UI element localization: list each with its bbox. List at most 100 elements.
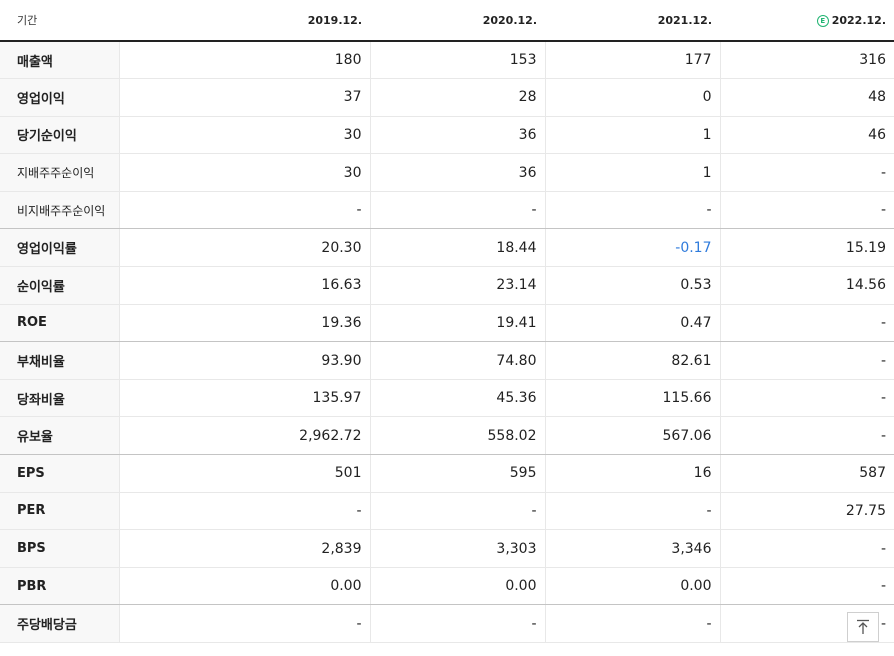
table-cell: 15.19 <box>720 228 894 268</box>
table-cell: 48 <box>720 78 894 117</box>
table-cell: 177 <box>545 41 721 80</box>
table-cell: 0.00 <box>119 567 371 606</box>
table-cell: 3,346 <box>545 529 721 568</box>
table-cell: - <box>119 492 371 531</box>
table-cell: - <box>370 492 546 531</box>
table-cell: 20.30 <box>119 228 371 268</box>
table-cell: - <box>370 191 546 230</box>
table-cell: 30 <box>119 116 371 155</box>
table-cell: 0 <box>545 78 721 117</box>
table-cell: - <box>720 153 894 192</box>
table-cell: 1 <box>545 116 721 155</box>
table-cell: 23.14 <box>370 266 546 305</box>
period-header-2020: 2020.12. <box>370 0 545 42</box>
table-cell: 19.41 <box>370 304 546 343</box>
table-cell: - <box>720 191 894 230</box>
table-cell: - <box>720 567 894 606</box>
table-cell: 45.36 <box>370 379 546 418</box>
table-cell: 180 <box>119 41 371 80</box>
row-label: ROE <box>0 304 120 343</box>
table-cell: 1 <box>545 153 721 192</box>
table-cell: 19.36 <box>119 304 371 343</box>
table-cell: 36 <box>370 153 546 192</box>
table-cell: 2,962.72 <box>119 416 371 456</box>
table-row: BPS 2,839 3,303 3,346- <box>0 529 894 568</box>
table-cell: 135.97 <box>119 379 371 418</box>
row-label: PER <box>0 492 120 531</box>
table-cell: 115.66 <box>545 379 721 418</box>
row-label: EPS <box>0 454 120 493</box>
period-header-2021: 2021.12. <box>545 0 720 42</box>
table-cell: 74.80 <box>370 341 546 380</box>
table-cell: 0.53 <box>545 266 721 305</box>
table-cell: 16.63 <box>119 266 371 305</box>
table-cell: 16 <box>545 454 721 493</box>
table-cell: 46 <box>720 116 894 155</box>
estimate-icon: E <box>816 14 829 27</box>
scroll-to-top-button[interactable] <box>847 612 879 642</box>
table-cell: -0.17 <box>545 228 721 268</box>
table-cell: 36 <box>370 116 546 155</box>
row-label: 부채비율 <box>0 341 120 380</box>
table-row: EPS 501 595 16 587 <box>0 454 894 493</box>
table-cell: 316 <box>720 41 894 80</box>
financial-summary-table: 기간 2019.12. 2020.12. 2021.12. E 2022.12. … <box>0 0 894 643</box>
table-cell: 567.06 <box>545 416 721 456</box>
period-header-2019: 2019.12. <box>119 0 370 42</box>
table-cell: - <box>720 416 894 456</box>
table-cell: 37 <box>119 78 371 117</box>
period-header-label: 기간 <box>0 0 119 42</box>
row-label: 비지배주주순이익 <box>0 191 120 230</box>
table-row: ROE 19.36 19.41 0.47- <box>0 304 894 343</box>
table-row: 주당배당금 - - - - <box>0 604 894 643</box>
table-row: PER - - -27.75 <box>0 492 894 531</box>
table-row: 당좌비율 135.97 45.36 115.66- <box>0 379 894 418</box>
table-row: 지배주주순이익 30 36 1- <box>0 153 894 192</box>
arrow-up-to-line-icon <box>857 619 869 634</box>
table-cell: 2,839 <box>119 529 371 568</box>
row-label: PBR <box>0 567 120 606</box>
table-cell: 0.00 <box>545 567 721 606</box>
table-cell: - <box>119 604 371 643</box>
period-header-2022-label: 2022.12. <box>831 13 886 27</box>
table-cell: - <box>720 379 894 418</box>
table-cell: 501 <box>119 454 371 493</box>
table-row: PBR 0.00 0.00 0.00- <box>0 567 894 606</box>
table-cell: - <box>720 529 894 568</box>
table-cell: 93.90 <box>119 341 371 380</box>
row-label: 유보율 <box>0 416 120 456</box>
table-cell: - <box>119 191 371 230</box>
table-cell: - <box>370 604 546 643</box>
table-cell: 0.47 <box>545 304 721 343</box>
table-cell: 587 <box>720 454 894 493</box>
row-label: 당좌비율 <box>0 379 120 418</box>
table-cell: 3,303 <box>370 529 546 568</box>
row-label: 당기순이익 <box>0 116 120 155</box>
table-row: 부채비율 93.90 74.80 82.61- <box>0 341 894 380</box>
table-cell: - <box>545 492 721 531</box>
table-row: 비지배주주순이익 - - - - <box>0 191 894 230</box>
row-label: 영업이익률 <box>0 228 120 268</box>
table-header-row: 기간 2019.12. 2020.12. 2021.12. E 2022.12. <box>0 0 894 42</box>
table-cell: - <box>720 341 894 380</box>
table-row: 영업이익 37 28 0 48 <box>0 78 894 117</box>
table-row: 순이익률 16.63 23.14 0.53 14.56 <box>0 266 894 305</box>
table-cell: 27.75 <box>720 492 894 531</box>
table-row: 영업이익률 20.30 18.44 -0.17 15.19 <box>0 228 894 268</box>
table-cell: 30 <box>119 153 371 192</box>
table-row: 유보율 2,962.72 558.02 567.06- <box>0 416 894 456</box>
row-label: BPS <box>0 529 120 568</box>
period-header-2022: E 2022.12. <box>720 0 894 42</box>
table-cell: - <box>545 604 721 643</box>
table-cell: - <box>545 191 721 230</box>
table-cell: 153 <box>370 41 546 80</box>
table-cell: 558.02 <box>370 416 546 456</box>
table-cell: 82.61 <box>545 341 721 380</box>
table-cell: 28 <box>370 78 546 117</box>
table-row: 당기순이익 30 36 1 46 <box>0 116 894 155</box>
table-cell: 0.00 <box>370 567 546 606</box>
row-label: 주당배당금 <box>0 604 120 643</box>
row-label: 매출액 <box>0 41 120 80</box>
table-cell: 18.44 <box>370 228 546 268</box>
table-cell: 595 <box>370 454 546 493</box>
